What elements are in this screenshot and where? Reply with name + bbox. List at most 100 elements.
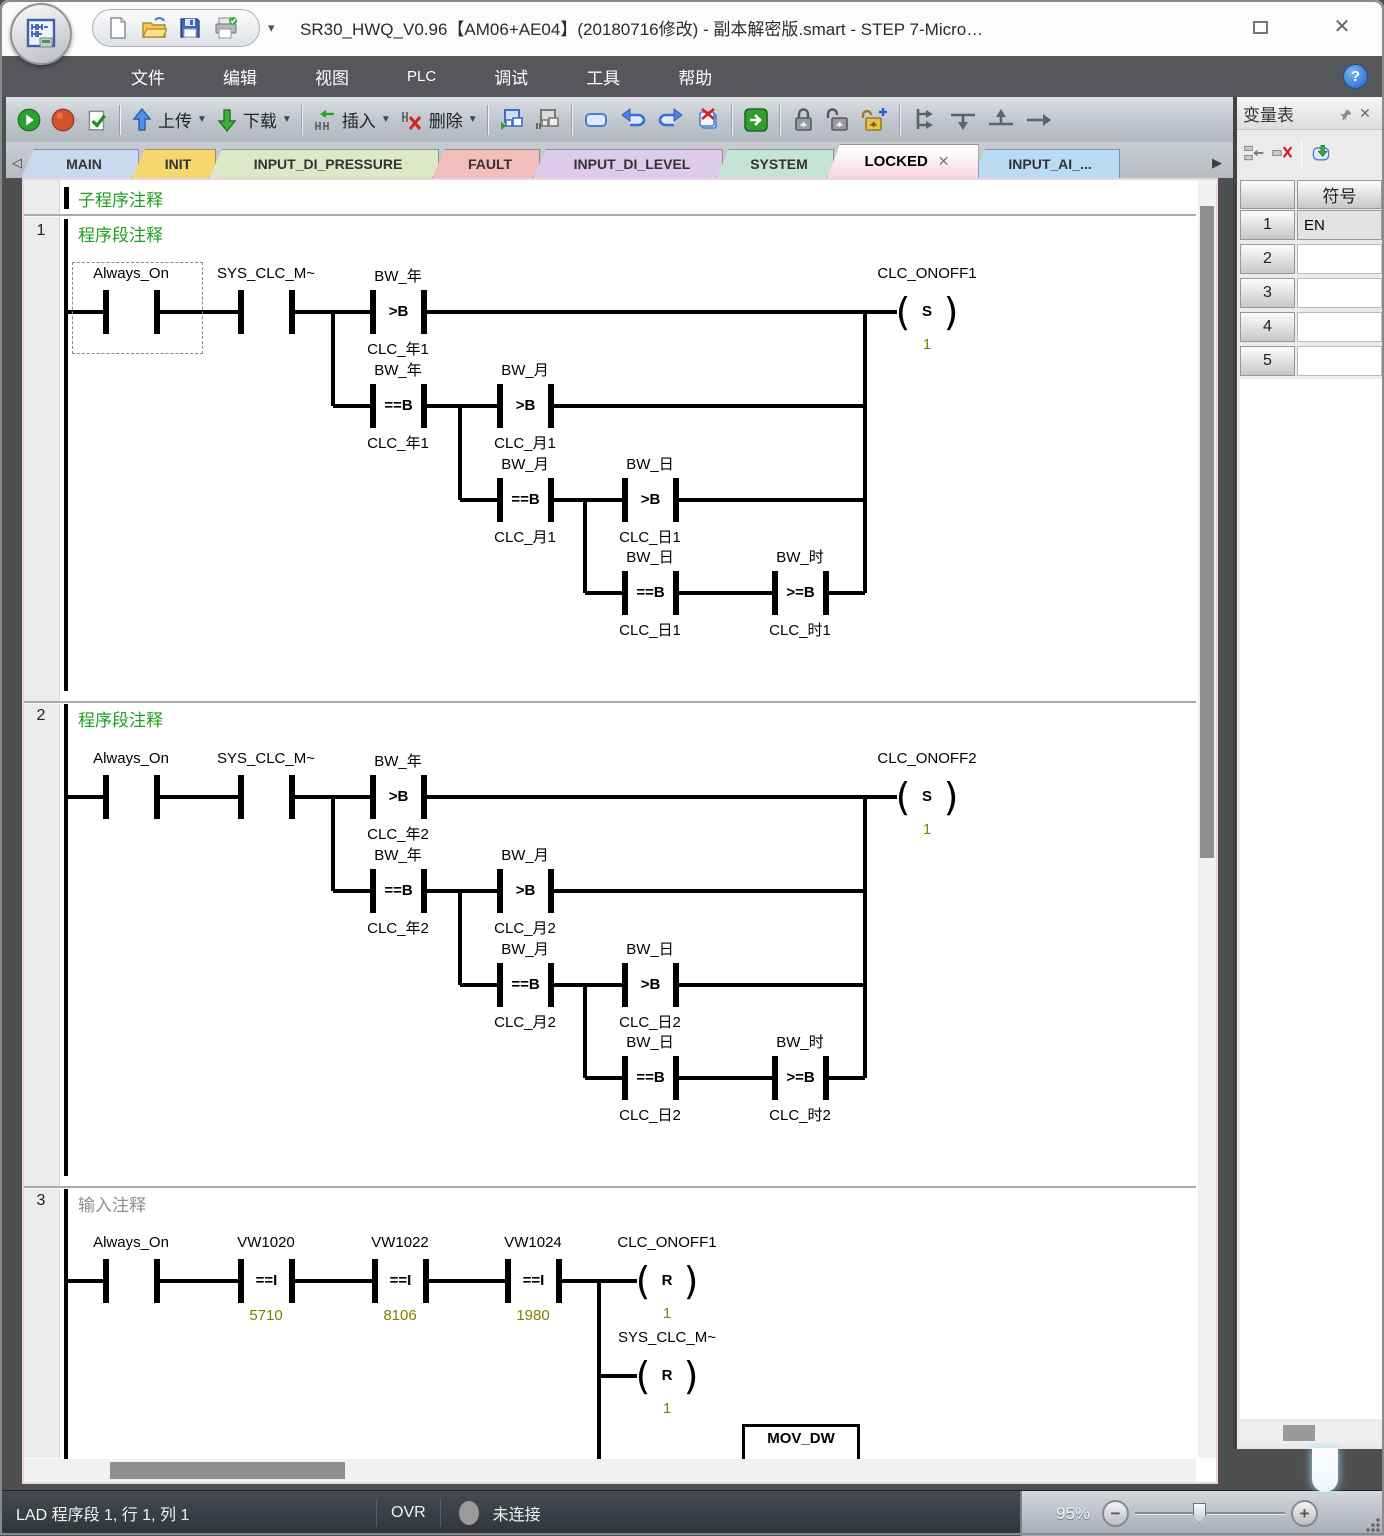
menu-help[interactable]: 帮助: [649, 56, 741, 97]
coil-operator[interactable]: S: [909, 303, 945, 320]
row-number[interactable]: 4: [1240, 312, 1295, 342]
save-button[interactable]: [175, 13, 205, 43]
contact-operand[interactable]: CLC_月1: [435, 432, 615, 453]
row-number[interactable]: 1: [1240, 210, 1295, 240]
download-button[interactable]: 下载 ▼: [211, 102, 296, 138]
program-status-on-button[interactable]: [494, 102, 530, 138]
contact-operand[interactable]: CLC_年2: [308, 823, 488, 844]
compile-button[interactable]: [80, 102, 114, 138]
symbol-cell[interactable]: [1297, 312, 1382, 342]
contact[interactable]: [244, 774, 289, 820]
lock-button[interactable]: [786, 102, 820, 138]
contact-operand[interactable]: CLC_日1: [560, 526, 740, 547]
box-tool-button[interactable]: [578, 102, 614, 138]
sidebar-horizontal-scrollbar[interactable]: [1240, 1423, 1382, 1443]
delete-dropdown-icon[interactable]: ▼: [468, 114, 478, 125]
resize-grip[interactable]: [1366, 1518, 1380, 1532]
line-down-button[interactable]: [944, 102, 982, 138]
insert-dropdown-icon[interactable]: ▼: [381, 114, 391, 125]
contact-label[interactable]: BW_时: [710, 546, 890, 567]
insert-button[interactable]: 插入 ▼: [308, 102, 395, 138]
contact-operand[interactable]: CLC_时1: [710, 619, 890, 640]
close-button[interactable]: ✕: [1327, 14, 1357, 40]
help-icon[interactable]: ?: [1343, 64, 1368, 89]
panel-pull-tab[interactable]: [1312, 1448, 1338, 1492]
contact-label[interactable]: BW_日: [560, 938, 740, 959]
zoom-in-button[interactable]: +: [1291, 1500, 1318, 1527]
contact-label[interactable]: BW_月: [435, 844, 615, 865]
panel-close-icon[interactable]: ✕: [1354, 102, 1376, 124]
contact-label[interactable]: BW_时: [710, 1031, 890, 1052]
download-dropdown-icon[interactable]: ▼: [282, 114, 292, 125]
pin-icon[interactable]: [1332, 102, 1354, 124]
coil-value[interactable]: 1: [907, 821, 947, 838]
tab-input-di-pressure[interactable]: INPUT_DI_PRESSURE: [209, 149, 439, 178]
tab-init[interactable]: INIT: [132, 149, 216, 178]
menu-tools[interactable]: 工具: [557, 56, 649, 97]
compare-value[interactable]: 1980: [443, 1307, 623, 1324]
line-right-button[interactable]: [1020, 102, 1058, 138]
contact-operand[interactable]: CLC_月2: [435, 917, 615, 938]
sidebar-scrollbar-thumb[interactable]: [1283, 1425, 1315, 1441]
unlock-button[interactable]: [820, 102, 856, 138]
horizontal-scrollbar-thumb[interactable]: [110, 1462, 345, 1479]
contact-label[interactable]: BW_年: [308, 265, 488, 286]
allocate-download-button[interactable]: [1310, 142, 1332, 164]
zoom-out-button[interactable]: −: [1102, 1500, 1129, 1527]
contact-operand[interactable]: CLC_年1: [308, 338, 488, 359]
editor-vertical-scrollbar[interactable]: [1198, 180, 1216, 1458]
contact[interactable]: [109, 774, 154, 820]
coil-value[interactable]: 1: [647, 1305, 687, 1322]
subroutine-comment[interactable]: 子程序注释: [78, 186, 163, 211]
contact[interactable]: [109, 1258, 154, 1304]
tab-system[interactable]: SYSTEM: [716, 149, 834, 178]
new-file-button[interactable]: [103, 13, 133, 43]
zoom-slider[interactable]: [1135, 1512, 1285, 1515]
coil-operator[interactable]: R: [649, 1272, 685, 1289]
delete-row-button[interactable]: [1271, 142, 1293, 164]
coil-label[interactable]: CLC_ONOFF2: [837, 750, 1017, 767]
coil-label[interactable]: CLC_ONOFF1: [577, 1234, 757, 1251]
upload-button[interactable]: 上传 ▼: [126, 102, 211, 138]
coil-value[interactable]: 1: [647, 1400, 687, 1417]
maximize-button[interactable]: [1245, 14, 1275, 40]
undo-button[interactable]: [614, 102, 652, 138]
network-comment[interactable]: 程序段注释: [78, 706, 163, 731]
line-up-button[interactable]: [982, 102, 1020, 138]
insert-branch-button[interactable]: [906, 102, 944, 138]
network-comment[interactable]: 程序段注释: [78, 221, 163, 246]
tab-close-icon[interactable]: ✕: [938, 153, 950, 170]
tab-fault[interactable]: FAULT: [432, 149, 540, 178]
coil-operator[interactable]: R: [649, 1367, 685, 1384]
contact-operand[interactable]: CLC_时2: [710, 1104, 890, 1125]
contact-operand[interactable]: CLC_日2: [560, 1011, 740, 1032]
redo-button[interactable]: [652, 102, 690, 138]
app-menu-button[interactable]: [10, 3, 72, 65]
symbol-cell[interactable]: [1297, 278, 1382, 308]
menu-file[interactable]: 文件: [102, 56, 194, 97]
menu-plc[interactable]: PLC: [378, 56, 465, 97]
network-comment[interactable]: 输入注释: [78, 1191, 146, 1216]
run-button[interactable]: [12, 102, 46, 138]
vertical-scrollbar-thumb[interactable]: [1200, 206, 1214, 858]
row-number[interactable]: 2: [1240, 244, 1295, 274]
program-status-pause-button[interactable]: [530, 102, 566, 138]
upload-dropdown-icon[interactable]: ▼: [197, 114, 207, 125]
contact-label[interactable]: BW_日: [560, 453, 740, 474]
coil-operator[interactable]: S: [909, 788, 945, 805]
lock-add-button[interactable]: [856, 102, 894, 138]
symbol-cell[interactable]: [1297, 244, 1382, 274]
zoom-slider-thumb[interactable]: [1193, 1503, 1206, 1523]
tab-main[interactable]: MAIN: [21, 149, 139, 178]
stop-button[interactable]: [46, 102, 80, 138]
row-number[interactable]: 5: [1240, 346, 1295, 376]
delete-page-button[interactable]: [690, 102, 726, 138]
goto-button[interactable]: [738, 102, 774, 138]
quick-access-customize-icon[interactable]: ▾: [268, 20, 275, 36]
symbol-cell[interactable]: EN: [1297, 210, 1382, 240]
menu-edit[interactable]: 编辑: [194, 56, 286, 97]
coil-label[interactable]: SYS_CLC_M~: [577, 1329, 757, 1346]
print-button[interactable]: [211, 13, 241, 43]
insert-row-button[interactable]: [1243, 142, 1265, 164]
menu-debug[interactable]: 调试: [465, 56, 557, 97]
